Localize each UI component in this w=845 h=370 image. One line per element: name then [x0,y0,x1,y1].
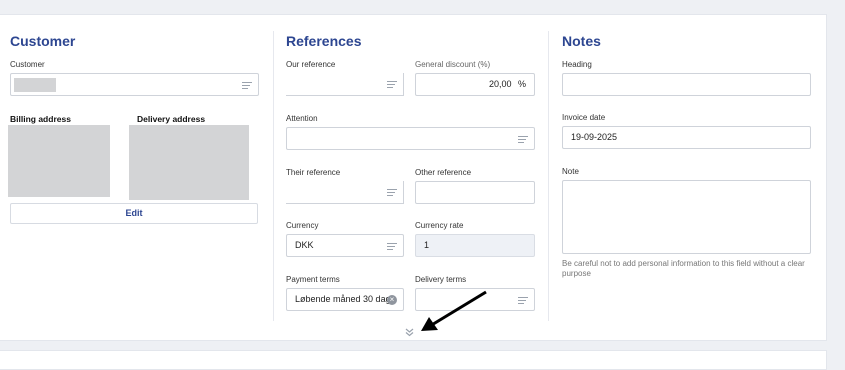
customer-label: Customer [10,60,45,69]
list-lines-icon[interactable] [387,189,397,196]
edit-address-button[interactable]: Edit [10,203,258,224]
their-reference-label: Their reference [286,168,341,177]
clear-x-icon[interactable]: × [387,295,397,305]
payment-terms-value: Løbende måned 30 dage [295,294,396,304]
list-lines-icon[interactable] [387,243,397,250]
customer-title: Customer [10,33,76,49]
customer-name-redacted [14,78,56,92]
list-lines-icon[interactable] [387,81,397,88]
attention-label: Attention [286,114,318,123]
payment-terms-label: Payment terms [286,275,340,284]
invoice-date-input[interactable]: 19-09-2025 [562,126,811,149]
next-card [0,350,827,370]
delivery-terms-label: Delivery terms [415,275,467,284]
list-lines-icon[interactable] [242,82,252,89]
attention-select[interactable] [286,127,535,150]
payment-terms-select[interactable]: Løbende måned 30 dage × [286,288,404,311]
general-discount-value: 20,00 [488,79,512,89]
note-label: Note [562,167,579,176]
note-hint: Be careful not to add personal informati… [562,259,805,278]
invoice-date-value: 19-09-2025 [571,132,618,142]
column-divider [273,31,274,321]
invoice-date-label: Invoice date [562,113,606,122]
heading-input[interactable] [562,73,811,96]
currency-rate-value: 1 [424,240,430,250]
currency-label: Currency [286,221,319,230]
pointer-arrow-annotation [421,290,487,331]
list-lines-icon[interactable] [518,136,528,143]
references-title: References [286,33,362,49]
other-reference-input[interactable] [415,181,535,204]
currency-value: DKK [295,240,314,250]
column-divider [548,31,549,321]
currency-select[interactable]: DKK [286,234,404,257]
chevron-double-down-icon[interactable] [404,327,415,337]
invoice-details-card [0,14,827,341]
currency-rate-field: 1 [415,234,535,257]
their-reference-select[interactable] [286,181,404,204]
delivery-address-block [129,125,249,200]
heading-label: Heading [562,60,592,69]
delivery-address-heading: Delivery address [137,114,206,124]
billing-address-block [8,125,110,197]
notes-title: Notes [562,33,601,49]
note-textarea[interactable] [562,180,811,254]
list-lines-icon[interactable] [518,297,528,304]
general-discount-label: General discount (%) [415,60,491,69]
our-reference-select[interactable] [286,73,404,96]
our-reference-label: Our reference [286,60,336,69]
billing-address-heading: Billing address [10,114,71,124]
currency-rate-label: Currency rate [415,221,464,230]
percent-unit: % [517,79,526,89]
general-discount-input[interactable]: 20,00 % [415,73,535,96]
customer-select[interactable] [10,73,259,96]
other-reference-label: Other reference [415,168,472,177]
